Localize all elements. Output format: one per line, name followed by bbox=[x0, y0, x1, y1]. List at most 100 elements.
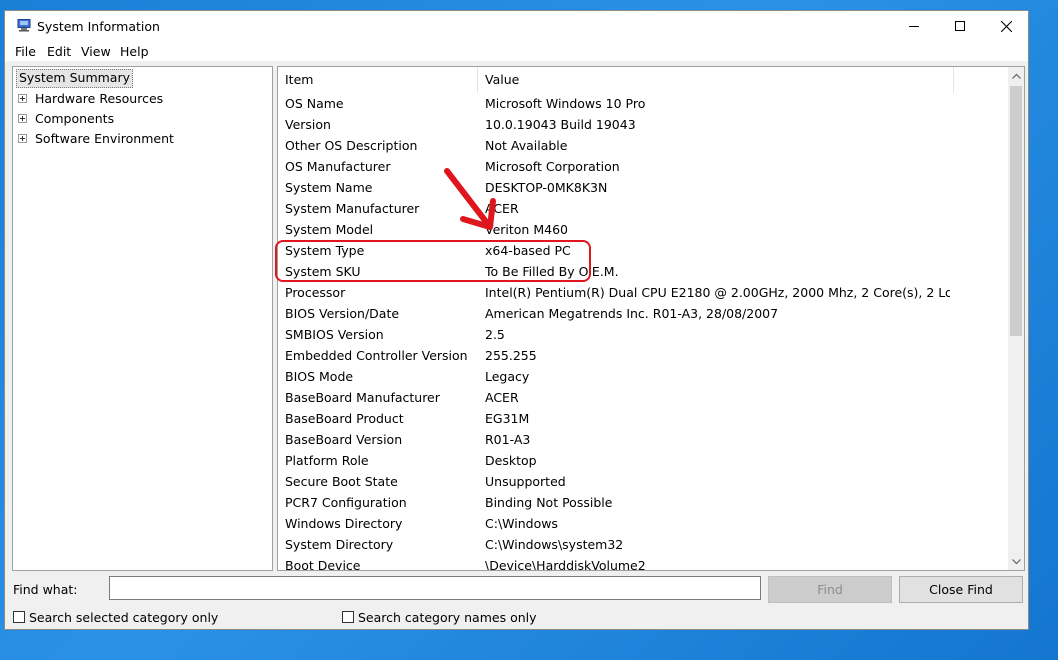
row-item-cell: System Directory bbox=[285, 537, 394, 552]
close-find-button[interactable]: Close Find bbox=[899, 576, 1023, 603]
row-value-cell: ACER bbox=[485, 390, 519, 405]
menu-view[interactable]: View bbox=[81, 44, 111, 59]
column-header-value[interactable]: Value bbox=[478, 67, 954, 93]
expand-plus-icon[interactable] bbox=[18, 94, 27, 103]
table-row[interactable]: SMBIOS Version 2.5 bbox=[278, 324, 1010, 345]
table-row[interactable]: BIOS Version/Date American Megatrends Inc… bbox=[278, 303, 1010, 324]
checkbox-label: Search selected category only bbox=[29, 610, 219, 625]
menu-bar: File Edit View Help bbox=[5, 41, 1028, 61]
table-row[interactable]: Platform Role Desktop bbox=[278, 450, 1010, 471]
table-row[interactable]: Embedded Controller Version 255.255 bbox=[278, 345, 1010, 366]
tree-item-components[interactable]: Components bbox=[13, 109, 263, 129]
row-value-cell: Legacy bbox=[485, 369, 530, 384]
scroll-thumb[interactable] bbox=[1010, 86, 1022, 336]
row-item-cell: Processor bbox=[285, 285, 346, 300]
find-what-label: Find what: bbox=[13, 582, 78, 597]
table-row[interactable]: Other OS Description Not Available bbox=[278, 135, 1010, 156]
row-item-cell: OS Name bbox=[285, 96, 344, 111]
table-row[interactable]: Version 10.0.19043 Build 19043 bbox=[278, 114, 1010, 135]
row-value-cell: Intel(R) Pentium(R) Dual CPU E2180 @ 2.0… bbox=[485, 285, 950, 300]
details-list: Item Value OS Name Microsoft Windows 10 P… bbox=[277, 66, 1025, 571]
expand-plus-icon[interactable] bbox=[18, 114, 27, 123]
menu-edit[interactable]: Edit bbox=[47, 44, 71, 59]
table-row[interactable]: BaseBoard Product EG31M bbox=[278, 408, 1010, 429]
tree-item-system-summary[interactable]: System Summary bbox=[16, 69, 133, 88]
close-icon bbox=[1000, 20, 1012, 32]
table-row[interactable]: Boot Device \Device\HarddiskVolume2 bbox=[278, 555, 1010, 571]
row-value-cell: Microsoft Windows 10 Pro bbox=[485, 96, 646, 111]
checkbox-label: Search category names only bbox=[358, 610, 537, 625]
menu-help[interactable]: Help bbox=[120, 44, 149, 59]
menu-file[interactable]: File bbox=[15, 44, 36, 59]
red-arrow-icon bbox=[444, 168, 496, 230]
vertical-scrollbar[interactable] bbox=[1008, 67, 1024, 570]
window-title: System Information bbox=[37, 19, 160, 34]
list-header: Item Value bbox=[278, 67, 1010, 93]
scroll-up-button[interactable] bbox=[1008, 67, 1024, 84]
system-type-highlight-box bbox=[275, 240, 591, 282]
row-value-cell: \Device\HarddiskVolume2 bbox=[485, 558, 646, 571]
row-item-cell: OS Manufacturer bbox=[285, 159, 391, 174]
row-item-cell: System Name bbox=[285, 180, 373, 195]
tree-item-label: Software Environment bbox=[35, 131, 174, 146]
row-value-cell: Unsupported bbox=[485, 474, 566, 489]
table-row[interactable]: BIOS Mode Legacy bbox=[278, 366, 1010, 387]
row-item-cell: BaseBoard Version bbox=[285, 432, 403, 447]
table-row[interactable]: BaseBoard Version R01-A3 bbox=[278, 429, 1010, 450]
row-item-cell: SMBIOS Version bbox=[285, 327, 384, 342]
table-row[interactable]: System Model Veriton M460 bbox=[278, 219, 1010, 240]
column-header-item[interactable]: Item bbox=[278, 67, 478, 93]
table-row[interactable]: System Name DESKTOP-0MK8K3N bbox=[278, 177, 1010, 198]
table-row[interactable]: OS Name Microsoft Windows 10 Pro bbox=[278, 93, 1010, 114]
row-item-cell: PCR7 Configuration bbox=[285, 495, 407, 510]
table-row[interactable]: System Directory C:\Windows\system32 bbox=[278, 534, 1010, 555]
minimize-icon bbox=[909, 26, 919, 27]
row-value-cell: C:\Windows bbox=[485, 516, 558, 531]
chevron-down-icon bbox=[1011, 558, 1021, 564]
close-button[interactable] bbox=[983, 11, 1029, 41]
tree-item-software-environment[interactable]: Software Environment bbox=[13, 129, 263, 149]
chevron-up-icon bbox=[1011, 73, 1021, 79]
row-item-cell: Windows Directory bbox=[285, 516, 403, 531]
row-value-cell: Veriton M460 bbox=[485, 222, 568, 237]
checkbox-box[interactable] bbox=[342, 611, 354, 623]
table-row[interactable]: OS Manufacturer Microsoft Corporation bbox=[278, 156, 1010, 177]
row-value-cell: Not Available bbox=[485, 138, 568, 153]
title-bar[interactable]: System Information bbox=[5, 11, 1028, 41]
row-value-cell: Microsoft Corporation bbox=[485, 159, 620, 174]
find-button[interactable]: Find bbox=[768, 576, 892, 603]
table-row[interactable]: Secure Boot State Unsupported bbox=[278, 471, 1010, 492]
row-item-cell: BaseBoard Manufacturer bbox=[285, 390, 440, 405]
tree-item-hardware-resources[interactable]: Hardware Resources bbox=[13, 89, 263, 109]
row-item-cell: System Model bbox=[285, 222, 374, 237]
maximize-button[interactable] bbox=[937, 11, 983, 41]
scroll-down-button[interactable] bbox=[1008, 553, 1024, 570]
tree-item-label: Components bbox=[35, 111, 115, 126]
table-row[interactable]: Windows Directory C:\Windows bbox=[278, 513, 1010, 534]
row-value-cell: 255.255 bbox=[485, 348, 537, 363]
expand-plus-icon[interactable] bbox=[18, 134, 27, 143]
row-item-cell: BaseBoard Product bbox=[285, 411, 404, 426]
row-value-cell: DESKTOP-0MK8K3N bbox=[485, 180, 608, 195]
row-value-cell: American Megatrends Inc. R01-A3, 28/08/2… bbox=[485, 306, 779, 321]
system-information-window: System Information File Edit View Help S… bbox=[4, 10, 1029, 630]
row-value-cell: R01-A3 bbox=[485, 432, 531, 447]
system-information-app-icon bbox=[17, 19, 31, 32]
category-tree: System Summary Hardware Resources Compon… bbox=[12, 66, 273, 571]
table-row[interactable]: Processor Intel(R) Pentium(R) Dual CPU E2… bbox=[278, 282, 1010, 303]
row-value-cell: 10.0.19043 Build 19043 bbox=[485, 117, 636, 132]
checkbox-box[interactable] bbox=[13, 611, 25, 623]
minimize-button[interactable] bbox=[891, 11, 937, 41]
row-item-cell: BIOS Version/Date bbox=[285, 306, 400, 321]
row-item-cell: Secure Boot State bbox=[285, 474, 398, 489]
table-row[interactable]: PCR7 Configuration Binding Not Possible bbox=[278, 492, 1010, 513]
table-row[interactable]: System Manufacturer ACER bbox=[278, 198, 1010, 219]
maximize-icon bbox=[955, 21, 965, 31]
row-value-cell: Binding Not Possible bbox=[485, 495, 613, 510]
row-value-cell: C:\Windows\system32 bbox=[485, 537, 624, 552]
table-row[interactable]: BaseBoard Manufacturer ACER bbox=[278, 387, 1010, 408]
row-item-cell: Embedded Controller Version bbox=[285, 348, 468, 363]
find-what-input[interactable] bbox=[109, 576, 761, 600]
row-item-cell: Boot Device bbox=[285, 558, 361, 571]
row-item-cell: BIOS Mode bbox=[285, 369, 354, 384]
